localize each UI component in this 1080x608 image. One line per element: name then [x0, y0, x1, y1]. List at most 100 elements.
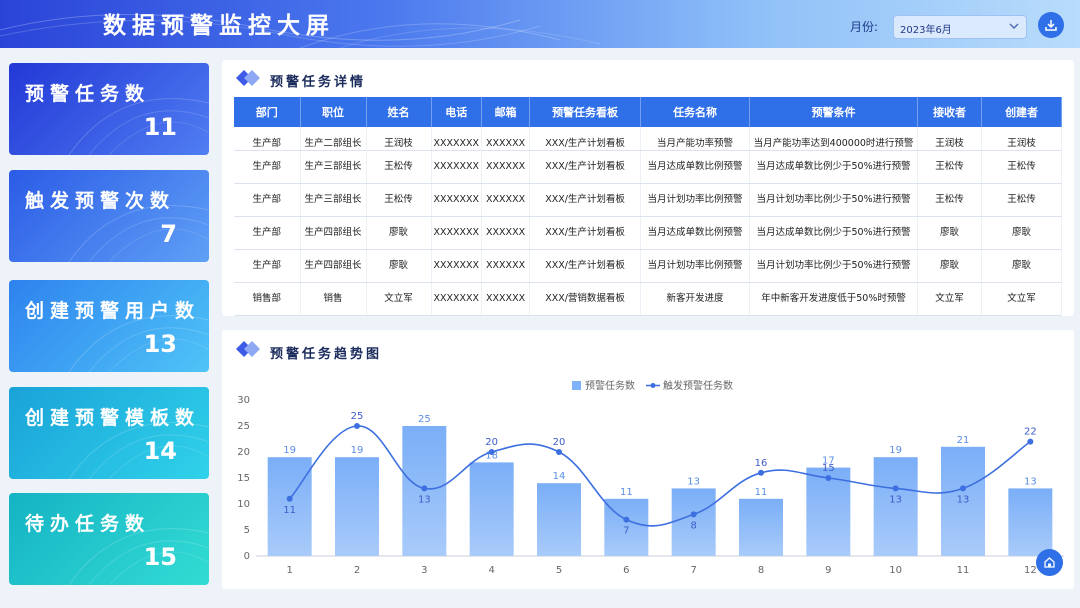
- x-tick-label: 5: [556, 565, 562, 576]
- table-cell: XXXXXXX: [431, 150, 483, 184]
- table-cell: 廖耿: [366, 216, 432, 250]
- line-series-path: [289, 425, 1031, 527]
- table-cell: XXX/生产计划看板: [529, 150, 642, 184]
- table-cell: 王松传: [366, 150, 432, 184]
- table-cell: 当月达成单数比例预警: [640, 216, 751, 250]
- trend-chart: 051015202530预警任务数 触发预警任务数19 19251814111311…: [237, 379, 1064, 576]
- table-header-cell: 部门: [234, 97, 301, 127]
- table-cell: 生产三部组长: [300, 150, 367, 184]
- x-tick-label: 10: [889, 565, 902, 576]
- task-detail-table: 部门 职位 姓名 电话 邮箱 预警任务看板 任务名称 预警条件 接收者 创建者 生产部 生产二部组长…: [234, 97, 1063, 316]
- task-detail-title: 预警任务详情: [270, 75, 367, 90]
- table-cell: XXXXXXX: [431, 216, 483, 250]
- month-select[interactable]: 2023年6月: [893, 15, 1027, 39]
- table-cell: 王松传: [366, 183, 432, 217]
- table-header-cell: 姓名: [366, 97, 432, 127]
- bar-value-label: 14: [553, 471, 566, 482]
- table-row[interactable]: 生产部 生产三部组长 王松传 XXXXXXX XXXXXX XXX/生产计划看板 当月达成单…: [234, 150, 1063, 184]
- header-bar: 数据预警监控大屏 月份: 2023年6月: [0, 0, 1080, 48]
- x-tick-label: 3: [421, 565, 427, 576]
- table-cell: 王润枝: [981, 127, 1063, 151]
- table-cell: XXXXXXX: [431, 249, 483, 283]
- stat-card-value: 7: [160, 220, 177, 248]
- table-row[interactable]: 销售部 销售 文立军 XXXXXXX XXXXXX XXX/营销数据看板 新客开发进度 年中新…: [234, 282, 1063, 316]
- table-cell: 文立军: [981, 282, 1063, 316]
- table-header-cell: 邮箱: [481, 97, 531, 127]
- x-tick-label: 11: [957, 565, 970, 576]
- y-tick-label: 10: [237, 499, 250, 510]
- line-point: [892, 485, 899, 492]
- line-value-label: 11: [283, 505, 296, 516]
- table-cell: 销售: [300, 282, 367, 316]
- stat-card: 待办任务数 15: [9, 493, 209, 585]
- download-button[interactable]: [1038, 12, 1064, 38]
- home-icon: [1044, 557, 1055, 568]
- table-cell: 王松传: [981, 183, 1063, 217]
- stat-card: 预警任务数 11: [9, 63, 209, 155]
- line-point: [421, 485, 428, 492]
- table-cell: 新客开发进度: [640, 282, 751, 316]
- table-cell: XXXXXX: [481, 127, 531, 151]
- table-cell: XXXXXX: [481, 150, 531, 184]
- stat-card: 触发预警次数 7: [9, 170, 209, 262]
- line-value-label: 13: [889, 494, 902, 505]
- table-header-cell: 职位: [300, 97, 367, 127]
- table-cell: 廖耿: [917, 249, 983, 283]
- table-cell: 当月达成单数比例少于50%进行预警: [749, 150, 919, 184]
- table-cell: XXX/生产计划看板: [529, 216, 642, 250]
- table-cell: XXX/生产计划看板: [529, 127, 642, 151]
- line-value-label: 13: [418, 494, 431, 505]
- line-point: [286, 495, 293, 502]
- table-cell: 生产部: [234, 127, 301, 151]
- table-cell: 廖耿: [917, 216, 983, 250]
- stat-card: 创建预警用户数 13: [9, 280, 209, 372]
- table-cell: XXXXXXX: [431, 127, 483, 151]
- table-cell: XXXXXX: [481, 282, 531, 316]
- table-row[interactable]: 生产部 生产三部组长 王松传 XXXXXXX XXXXXX XXX/生产计划看板 当月计划功…: [234, 183, 1063, 217]
- y-tick-label: 5: [244, 525, 250, 536]
- x-tick-label: 4: [488, 565, 494, 576]
- y-tick-label: 30: [237, 395, 250, 406]
- bar: [537, 483, 581, 556]
- table-header-cell: 创建者: [981, 97, 1063, 127]
- bar: [873, 457, 918, 556]
- x-tick-label: 1: [286, 565, 292, 576]
- table-cell: 廖耿: [981, 249, 1063, 283]
- line-point: [488, 449, 495, 455]
- table-cell: 当月产能功率达到400000时进行预警: [749, 127, 919, 151]
- table-row[interactable]: 生产部 生产四部组长 廖耿 XXXXXXX XXXXXX XXX/生产计划看板 当月达成单数…: [234, 216, 1063, 250]
- bar-value-label: 21: [957, 435, 970, 446]
- stat-card-value: 11: [143, 113, 177, 141]
- bar-value-label: 19: [351, 445, 364, 456]
- table-cell: 当月达成单数比例少于50%进行预警: [749, 216, 919, 250]
- legend-bar-label: 预警任务数: [585, 379, 635, 392]
- table-cell: 当月达成单数比例预警: [640, 150, 751, 184]
- chevron-down-icon: [1009, 23, 1019, 29]
- table-cell: 文立军: [917, 282, 983, 316]
- bar-value-label: 25: [418, 414, 431, 425]
- table-header-cell: 电话: [431, 97, 483, 127]
- line-value-label: 22: [1024, 427, 1037, 438]
- line-value-label: 13: [957, 494, 970, 505]
- table-row[interactable]: 生产部 生产二部组长 王润枝 XXXXXXX XXXXXX XXX/生产计划看板 当月产能功…: [234, 127, 1063, 151]
- y-tick-label: 0: [244, 551, 250, 562]
- table-cell: XXXXXXX: [431, 183, 483, 217]
- table-cell: XXX/生产计划看板: [529, 183, 642, 217]
- stat-card-value: 13: [143, 330, 177, 358]
- table-cell: XXXXXX: [481, 249, 531, 283]
- table-row[interactable]: 生产部 生产四部组长 廖耿 XXXXXXX XXXXXX XXX/生产计划看板 当月计划功率…: [234, 249, 1063, 283]
- table-cell: 王润枝: [917, 127, 983, 151]
- legend-line-marker: [650, 383, 656, 388]
- page-title: 数据预警监控大屏: [103, 13, 335, 39]
- bar-value-label: 11: [620, 487, 633, 498]
- card-wave-decoration: [68, 315, 209, 372]
- table-cell: XXXXXXX: [431, 282, 483, 316]
- table-cell: 王润枝: [366, 127, 432, 151]
- table-cell: 当月计划功率比例预警: [640, 249, 751, 283]
- bar: [739, 498, 783, 556]
- float-home-button[interactable]: [1036, 549, 1063, 576]
- bar: [335, 457, 379, 556]
- bar-value-label: 13: [687, 476, 700, 487]
- card-wave-decoration: [68, 205, 209, 262]
- table-cell: 王松传: [917, 183, 983, 217]
